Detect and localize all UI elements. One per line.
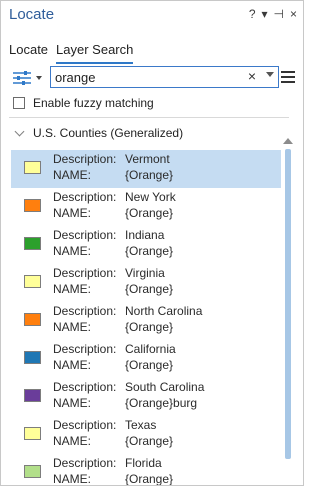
pane-title: Locate bbox=[9, 6, 55, 23]
color-swatch bbox=[24, 389, 41, 402]
close-icon[interactable]: × bbox=[290, 7, 297, 21]
options-chevron-icon[interactable]: ▾ bbox=[262, 7, 268, 21]
list-item[interactable]: Description: Vermont NAME: {Orange} bbox=[11, 150, 281, 188]
results-list: Description: Vermont NAME: {Orange} Descri… bbox=[11, 150, 281, 486]
name-value: {Orange} bbox=[125, 168, 174, 182]
color-swatch bbox=[24, 313, 41, 326]
name-value: {Orange} bbox=[125, 244, 174, 258]
collapse-chevron-icon[interactable] bbox=[14, 126, 25, 137]
name-value: {Orange} bbox=[125, 358, 174, 372]
tab-strip: Locate Layer Search bbox=[9, 42, 134, 64]
name-key: NAME: bbox=[53, 320, 92, 334]
title-bar: Locate ? ▾ ⊣ × bbox=[1, 1, 303, 29]
fuzzy-matching-checkbox[interactable] bbox=[13, 97, 25, 109]
color-swatch bbox=[24, 427, 41, 440]
vertical-scrollbar[interactable] bbox=[285, 149, 291, 459]
filter-sliders-icon bbox=[13, 71, 42, 85]
search-input[interactable] bbox=[55, 68, 235, 86]
name-value: {Orange} bbox=[125, 434, 174, 448]
fuzzy-matching-label: Enable fuzzy matching bbox=[33, 96, 154, 110]
list-item[interactable]: Description: Florida NAME: {Orange} bbox=[11, 454, 281, 486]
description-key: Description: bbox=[53, 228, 117, 242]
locate-pane: Locate ? ▾ ⊣ × Locate Layer Search × bbox=[0, 0, 304, 486]
pin-icon[interactable]: ⊣ bbox=[274, 7, 284, 21]
search-box: × bbox=[50, 66, 279, 88]
name-key: NAME: bbox=[53, 206, 92, 220]
tab-layer-search[interactable]: Layer Search bbox=[56, 42, 134, 64]
name-key: NAME: bbox=[53, 396, 92, 410]
description-value: Vermont bbox=[125, 152, 170, 166]
name-key: NAME: bbox=[53, 434, 92, 448]
search-options-button[interactable] bbox=[11, 69, 45, 87]
name-key: NAME: bbox=[53, 472, 92, 486]
tab-locate[interactable]: Locate bbox=[9, 42, 48, 64]
name-value: {Orange} bbox=[125, 472, 174, 486]
list-item[interactable]: Description: California NAME: {Orange} bbox=[11, 340, 281, 378]
description-key: Description: bbox=[53, 266, 117, 280]
color-swatch bbox=[24, 237, 41, 250]
scroll-up-arrow-icon[interactable] bbox=[283, 138, 293, 144]
color-swatch bbox=[24, 161, 41, 174]
name-key: NAME: bbox=[53, 244, 92, 258]
description-key: Description: bbox=[53, 304, 117, 318]
description-value: Indiana bbox=[125, 228, 165, 242]
color-swatch bbox=[24, 275, 41, 288]
description-value: South Carolina bbox=[125, 380, 205, 394]
description-key: Description: bbox=[53, 190, 117, 204]
description-key: Description: bbox=[53, 152, 117, 166]
color-swatch bbox=[24, 465, 41, 478]
fuzzy-matching-row: Enable fuzzy matching bbox=[13, 96, 154, 110]
description-value: Virginia bbox=[125, 266, 165, 280]
color-swatch bbox=[24, 351, 41, 364]
description-key: Description: bbox=[53, 456, 117, 470]
results-panel: U.S. Counties (Generalized) Description:… bbox=[9, 117, 289, 486]
name-value: {Orange} bbox=[125, 206, 174, 220]
name-value: {Orange} bbox=[125, 282, 174, 296]
list-item[interactable]: Description: South Carolina NAME: {Orange}… bbox=[11, 378, 281, 416]
list-item[interactable]: Description: Texas NAME: {Orange} bbox=[11, 416, 281, 454]
description-key: Description: bbox=[53, 380, 117, 394]
list-item[interactable]: Description: Virginia NAME: {Orange} bbox=[11, 264, 281, 302]
name-key: NAME: bbox=[53, 358, 92, 372]
help-icon[interactable]: ? bbox=[249, 7, 256, 21]
group-label: U.S. Counties (Generalized) bbox=[33, 126, 184, 140]
results-group-header[interactable]: U.S. Counties (Generalized) bbox=[9, 126, 183, 140]
list-item[interactable]: Description: Indiana NAME: {Orange} bbox=[11, 226, 281, 264]
search-row: × bbox=[9, 66, 295, 90]
description-key: Description: bbox=[53, 418, 117, 432]
hamburger-menu-icon[interactable] bbox=[281, 71, 295, 83]
name-value: {Orange}burg bbox=[125, 396, 198, 410]
name-value: {Orange} bbox=[125, 320, 174, 334]
description-value: Texas bbox=[125, 418, 157, 432]
list-item[interactable]: Description: New York NAME: {Orange} bbox=[11, 188, 281, 226]
description-value: Florida bbox=[125, 456, 162, 470]
clear-icon[interactable]: × bbox=[248, 68, 256, 84]
description-value: North Carolina bbox=[125, 304, 203, 318]
list-item[interactable]: Description: North Carolina NAME: {Orange} bbox=[11, 302, 281, 340]
search-dropdown-icon[interactable] bbox=[266, 72, 274, 77]
color-swatch bbox=[24, 199, 41, 212]
pane-controls: ? ▾ ⊣ × bbox=[249, 7, 297, 21]
name-key: NAME: bbox=[53, 282, 92, 296]
description-value: California bbox=[125, 342, 176, 356]
name-key: NAME: bbox=[53, 168, 92, 182]
description-key: Description: bbox=[53, 342, 117, 356]
description-value: New York bbox=[125, 190, 176, 204]
